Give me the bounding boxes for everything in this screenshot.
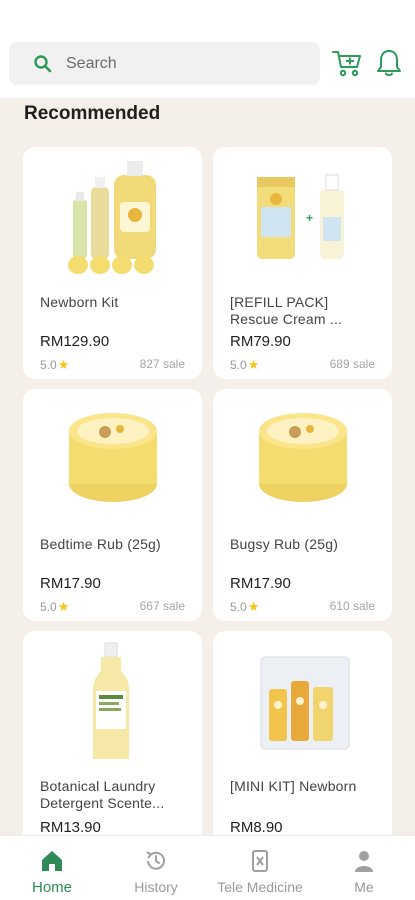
history-icon	[146, 851, 165, 870]
product-price: RM79.90	[230, 333, 291, 350]
top-bar: Search	[0, 0, 415, 98]
search-input[interactable]: Search	[66, 55, 117, 73]
person-icon	[355, 851, 373, 872]
tele-medicine-icon	[252, 850, 268, 872]
product-rating: 5.0 ★	[230, 357, 259, 373]
product-name: Botanical Laundry Detergent Scente...	[40, 778, 165, 811]
product-card[interactable]: Bugsy Rub (25g) RM17.90 5.0 ★ 610 sale	[213, 389, 392, 621]
product-name: [MINI KIT] Newborn	[230, 778, 357, 794]
sales-count: 827 sale	[139, 357, 185, 371]
nav-item-home[interactable]: Home	[2, 836, 102, 900]
product-name: Bugsy Rub (25g)	[230, 536, 339, 552]
rating-value: 5.0	[40, 358, 57, 372]
star-icon: ★	[57, 599, 70, 614]
rating-value: 5.0	[230, 358, 247, 372]
nav-label-tele-medicine: Tele Medicine	[217, 879, 303, 895]
product-image	[259, 413, 347, 502]
product-image	[69, 413, 157, 502]
nav-label-me: Me	[354, 879, 374, 895]
product-card[interactable]: Bedtime Rub (25g) RM17.90 5.0 ★ 667 sale	[23, 389, 202, 621]
rating-value: 5.0	[230, 600, 247, 614]
product-rating: 5.0 ★	[40, 599, 69, 615]
cart-icon[interactable]	[331, 48, 363, 78]
nav-item-history[interactable]: History	[106, 836, 206, 900]
section-title: Recommended	[24, 103, 161, 124]
search-bar[interactable]: Search	[9, 42, 320, 85]
star-icon: ★	[247, 599, 260, 614]
product-name: Newborn Kit	[40, 294, 119, 310]
nav-item-tele-medicine[interactable]: Tele Medicine	[210, 836, 310, 900]
sales-count: 667 sale	[139, 599, 185, 613]
rating-value: 5.0	[40, 600, 57, 614]
bottom-navigation: Home History Tele Medicine Me	[0, 835, 415, 900]
product-card[interactable]: Newborn Kit RM129.90 5.0 ★ 827 sale	[23, 147, 202, 379]
product-image	[68, 161, 156, 274]
product-card[interactable]: + [REFILL PACK] Rescue Cream ... RM79.90…	[213, 147, 392, 379]
product-name: [REFILL PACK] Rescue Cream ...	[230, 294, 343, 327]
product-card[interactable]: Botanical Laundry Detergent Scente... RM…	[23, 631, 202, 863]
bell-icon[interactable]	[375, 48, 403, 78]
product-image	[260, 656, 350, 750]
product-price: RM17.90	[40, 575, 101, 592]
product-rating: 5.0 ★	[40, 357, 69, 373]
product-name: Bedtime Rub (25g)	[40, 536, 161, 552]
nav-label-home: Home	[31, 879, 72, 896]
svg-text:+: +	[306, 211, 313, 225]
product-image: +	[257, 174, 344, 259]
star-icon: ★	[247, 357, 260, 372]
search-icon	[34, 55, 52, 73]
product-card[interactable]: [MINI KIT] Newborn RM8.90	[213, 631, 392, 863]
nav-label-history: History	[134, 879, 178, 895]
product-price: RM129.90	[40, 333, 110, 350]
sales-count: 689 sale	[329, 357, 375, 371]
product-price: RM8.90	[230, 819, 283, 836]
product-price: RM13.90	[40, 819, 101, 836]
star-icon: ★	[57, 357, 70, 372]
product-rating: 5.0 ★	[230, 599, 259, 615]
product-image	[93, 642, 129, 759]
home-icon	[42, 851, 62, 871]
sales-count: 610 sale	[329, 599, 375, 613]
nav-item-me[interactable]: Me	[314, 836, 414, 900]
product-price: RM17.90	[230, 575, 291, 592]
